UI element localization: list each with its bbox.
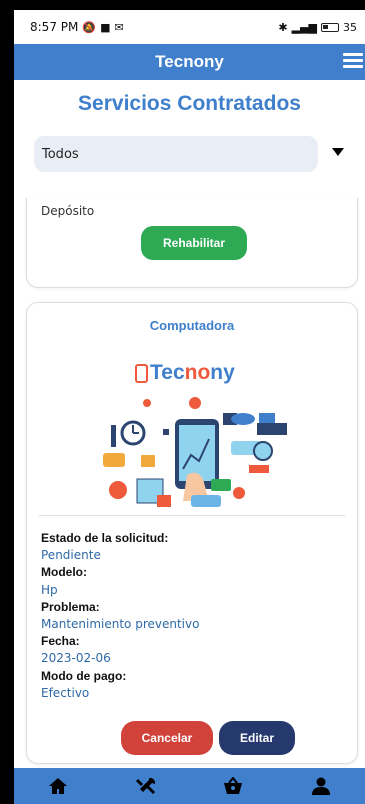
edit-button[interactable]: Editar — [219, 721, 295, 755]
tecnony-logo: Tecnony — [135, 361, 235, 385]
notification-icon: ■ — [100, 20, 111, 34]
app-title: Tecnony — [155, 52, 224, 71]
status-bar: 8:57 PM 🔕 ■ ✉ ✱ ▂▄▆ 35 — [14, 10, 365, 44]
filter-value: Todos — [42, 146, 79, 162]
cancel-button[interactable]: Cancelar — [121, 721, 213, 755]
user-icon[interactable] — [301, 771, 341, 801]
service-card: Computadora Tecnony Estado de la solicit… — [26, 302, 358, 764]
problem-label: Problema: — [41, 599, 100, 614]
date-value: 2023-02-06 — [41, 651, 111, 666]
rehabilitar-button[interactable]: Rehabilitar — [141, 226, 247, 260]
card-category: Computadora — [149, 318, 235, 333]
phone-screen: 8:57 PM 🔕 ■ ✉ ✱ ▂▄▆ 35 Tecnony Servicios… — [14, 10, 365, 804]
bluetooth-icon: ✱ — [278, 20, 288, 34]
filter-select[interactable]: Todos — [34, 136, 318, 172]
page-title: Servicios Contratados — [78, 92, 301, 115]
menu-icon[interactable] — [343, 53, 363, 69]
basket-icon[interactable] — [213, 771, 253, 801]
battery-icon — [321, 22, 339, 32]
signal-icon: ▂▄▆ — [291, 20, 317, 34]
payment-value: Efectivo — [41, 685, 90, 700]
service-details: Estado de la solicitud: Pendiente Modelo… — [41, 530, 199, 702]
bottom-nav — [14, 768, 365, 804]
status-value: Pendiente — [41, 548, 101, 563]
tech-illustration — [103, 397, 287, 507]
battery-percent: 35 — [343, 20, 357, 34]
home-icon[interactable] — [38, 771, 78, 801]
payment-value: Depósito — [41, 204, 95, 218]
date-label: Fecha: — [41, 634, 80, 649]
status-time: 8:57 PM — [30, 20, 79, 34]
tools-icon[interactable] — [126, 771, 166, 801]
mail-icon: ✉ — [114, 20, 124, 34]
status-label: Estado de la solicitud: — [41, 531, 169, 545]
silent-icon: 🔕 — [82, 20, 97, 34]
dropdown-arrow-icon[interactable] — [332, 148, 344, 156]
model-value: Hp — [41, 582, 58, 597]
model-label: Modelo: — [41, 565, 87, 580]
card-divider — [39, 515, 345, 516]
app-bar: Tecnony — [14, 44, 365, 80]
service-card-previous: Depósito Rehabilitar — [26, 198, 358, 288]
payment-label: Modo de pago: — [41, 668, 127, 683]
logo-phone-icon — [135, 363, 148, 383]
problem-value: Mantenimiento preventivo — [41, 617, 200, 632]
